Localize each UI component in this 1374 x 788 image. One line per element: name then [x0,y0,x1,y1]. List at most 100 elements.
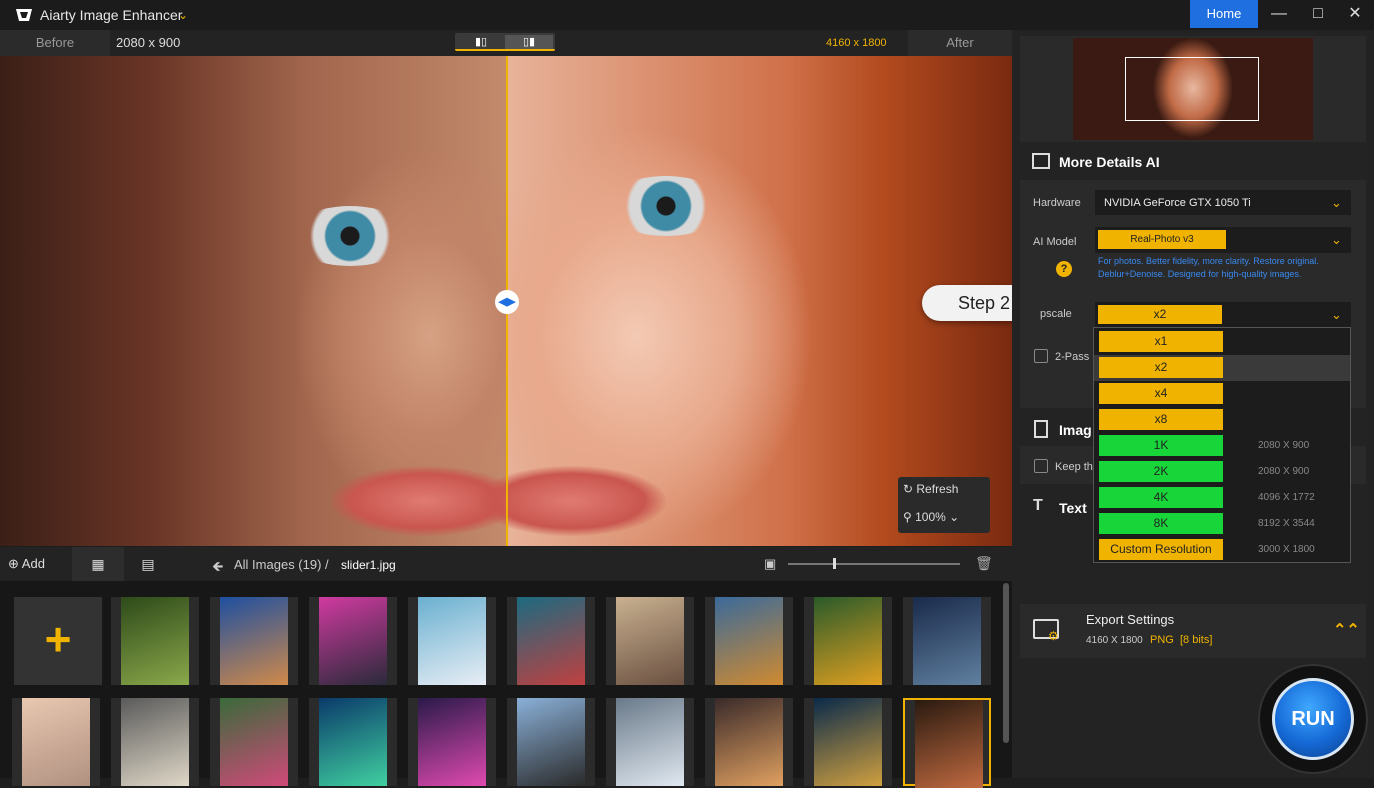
upscale-option[interactable]: 8K [1099,513,1223,534]
thumbnail-image [121,698,189,786]
export-bits: [8 bits] [1180,634,1213,646]
gallery-thumbnail[interactable] [210,597,298,685]
keep-checkbox[interactable] [1034,459,1048,473]
slider-handle[interactable] [833,558,836,569]
upscale-option-resolution: 8192 X 3544 [1258,518,1315,529]
navigator-viewport[interactable] [1125,57,1259,121]
gallery-thumbnail[interactable] [309,698,397,786]
hardware-label: Hardware [1033,197,1081,209]
chevron-down-icon: ⌄ [945,510,960,524]
app-title: Aiarty Image Enhancer [40,7,183,23]
thumbnail-image [616,698,684,786]
filmstrip-view-icon[interactable]: ▤ [124,547,172,581]
ai-model-value[interactable]: Real-Photo v3 [1098,230,1226,249]
chevron-down-icon[interactable]: ⌄ [1331,195,1342,211]
gallery-thumbnail[interactable] [111,698,199,786]
upscale-option[interactable]: Custom Resolution [1099,539,1223,560]
upscale-option[interactable]: x4 [1099,383,1223,404]
gallery-thumbnail[interactable] [606,698,694,786]
upscale-option-resolution: 4096 X 1772 [1258,492,1315,503]
gallery-thumbnail[interactable] [507,698,595,786]
export-format: PNG [1150,634,1174,646]
gallery-thumbnail[interactable] [111,597,199,685]
upscale-option-resolution: 2080 X 900 [1258,440,1310,451]
gallery-thumbnail[interactable] [408,698,496,786]
thumbnail-image [418,698,486,786]
gallery-thumbnail[interactable] [705,698,793,786]
add-button[interactable]: ⊕ Add [8,556,45,572]
section-title: Text [1059,500,1087,516]
gallery-thumbnail[interactable] [12,698,100,786]
thumbnail-image [517,597,585,685]
ai-model-description: For photos. Better fidelity, more clarit… [1098,256,1319,279]
back-arrow-icon[interactable]: 🡸 [212,556,223,580]
thumbnail-image [319,597,387,685]
thumbnail-image [517,698,585,786]
before-label: Before [0,30,110,56]
chevron-down-icon[interactable]: ⌄ [1331,232,1342,248]
after-resolution: 4160 x 1800 [826,37,887,49]
zoom-select[interactable]: ⚲ 100% ⌄ [903,510,959,524]
split-view-icon[interactable]: ▯▮ [505,35,553,49]
thumbnail-image [814,597,882,685]
maximize-icon[interactable]: □ [1303,0,1333,28]
gallery-thumbnail[interactable] [903,597,991,685]
gallery-thumbnail[interactable] [903,698,991,788]
thumbnail-size-slider[interactable] [788,563,960,565]
single-view-icon[interactable]: ▮▯ [457,35,505,49]
refresh-icon: ↻ [903,482,917,496]
upscale-option[interactable]: 2K [1099,461,1223,482]
close-icon[interactable]: ✕ [1340,0,1370,28]
eye-shape [290,206,410,266]
app-logo-icon [16,9,32,21]
upscale-option-resolution: 3000 X 1800 [1258,544,1315,555]
gallery-thumbnail[interactable] [507,597,595,685]
upscale-option[interactable]: x1 [1099,331,1223,352]
upscale-label: pscale [1040,308,1072,320]
upscale-value[interactable]: x2 [1098,305,1222,324]
view-mode-toggle[interactable]: ▮▯ ▯▮ [455,33,555,51]
trash-icon[interactable]: 🗑 [975,555,993,572]
ai-model-label: AI Model [1033,236,1077,248]
gallery-thumbnail[interactable] [804,698,892,786]
breadcrumb[interactable]: All Images (19) / [234,557,329,572]
help-icon[interactable]: ? [1056,261,1072,277]
gallery-thumbnail[interactable] [309,597,397,685]
thumbnail-image [418,597,486,685]
gallery-thumbnail[interactable] [408,597,496,685]
gallery-thumbnail[interactable] [705,597,793,685]
run-button[interactable]: RUN [1272,678,1354,760]
upscale-option[interactable]: 1K [1099,435,1223,456]
thumbnail-image [22,698,90,786]
gallery-thumbnail[interactable] [606,597,694,685]
refresh-button[interactable]: ↻ Refresh [903,482,958,496]
chevron-down-icon[interactable]: ⌄ [1331,307,1342,323]
upscale-option[interactable]: 4K [1099,487,1223,508]
gallery-thumbnail[interactable] [210,698,298,786]
thumbnail-image [121,597,189,685]
export-resolution: 4160 X 1800 [1086,635,1143,646]
scrollbar[interactable] [1003,583,1009,743]
upscale-option[interactable]: x2 [1099,357,1223,378]
thumbnail-image [616,597,684,685]
add-image-button[interactable]: + [14,597,102,685]
text-icon: T [1033,497,1043,514]
chevron-down-icon[interactable]: ⌄ [178,8,188,22]
ai-model-icon [1032,153,1050,169]
home-button[interactable]: Home [1190,0,1258,28]
hardware-value: NVIDIA GeForce GTX 1050 Ti [1104,197,1251,209]
grid-view-icon[interactable]: ▦ [72,547,124,581]
chevron-up-icon[interactable]: ⌃⌃ [1333,620,1360,640]
thumbnail-image [913,597,981,685]
split-handle-icon[interactable]: ◀▶ [495,290,519,314]
after-label: After [908,30,1012,56]
upscale-dropdown[interactable]: x1 x2 x4 x8 1K 2080 X 900 2K 2080 X 900 4K 4096 X… [1093,327,1351,563]
export-settings[interactable] [1020,604,1366,658]
upscale-option[interactable]: x8 [1099,409,1223,430]
minimize-icon[interactable]: — [1264,0,1294,28]
two-pass-checkbox[interactable] [1034,349,1048,363]
plus-circle-icon: ⊕ [8,556,22,571]
keep-label: Keep th [1055,461,1093,473]
current-file: slider1.jpg [341,558,396,572]
gallery-thumbnail[interactable] [804,597,892,685]
